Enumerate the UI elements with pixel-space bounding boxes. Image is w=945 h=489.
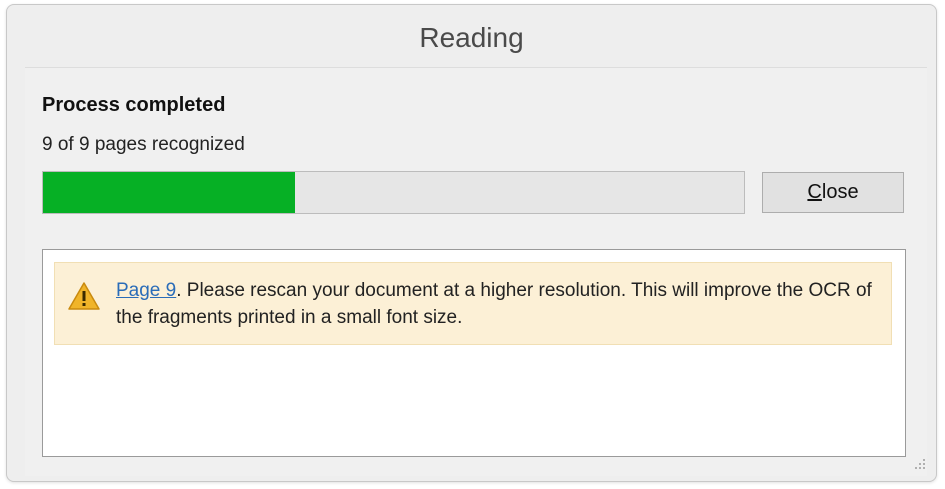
message-log[interactable]: Page 9. Please rescan your document at a… [42,249,906,457]
pages-recognized-text: 9 of 9 pages recognized [42,134,245,155]
page-9-link[interactable]: Page 9 [116,280,176,301]
close-button-label: lose [821,181,859,203]
progress-bar [42,171,745,214]
warning-message-body: . Please rescan your document at a highe… [116,280,872,328]
warning-message-text: Page 9. Please rescan your document at a… [116,277,881,331]
close-button-mnemonic: C [807,181,822,203]
warning-message: Page 9. Please rescan your document at a… [54,262,892,345]
close-button[interactable]: Close [762,172,904,213]
warning-icon [68,282,100,310]
dialog-title: Reading [419,22,524,53]
progress-bar-fill [43,172,296,213]
status-heading: Process completed [42,94,226,116]
dialog-content: Process completed 9 of 9 pages recognize… [25,67,927,476]
reading-dialog: Reading Process completed 9 of 9 pages r… [6,4,937,482]
resize-grip-icon[interactable] [912,457,926,471]
